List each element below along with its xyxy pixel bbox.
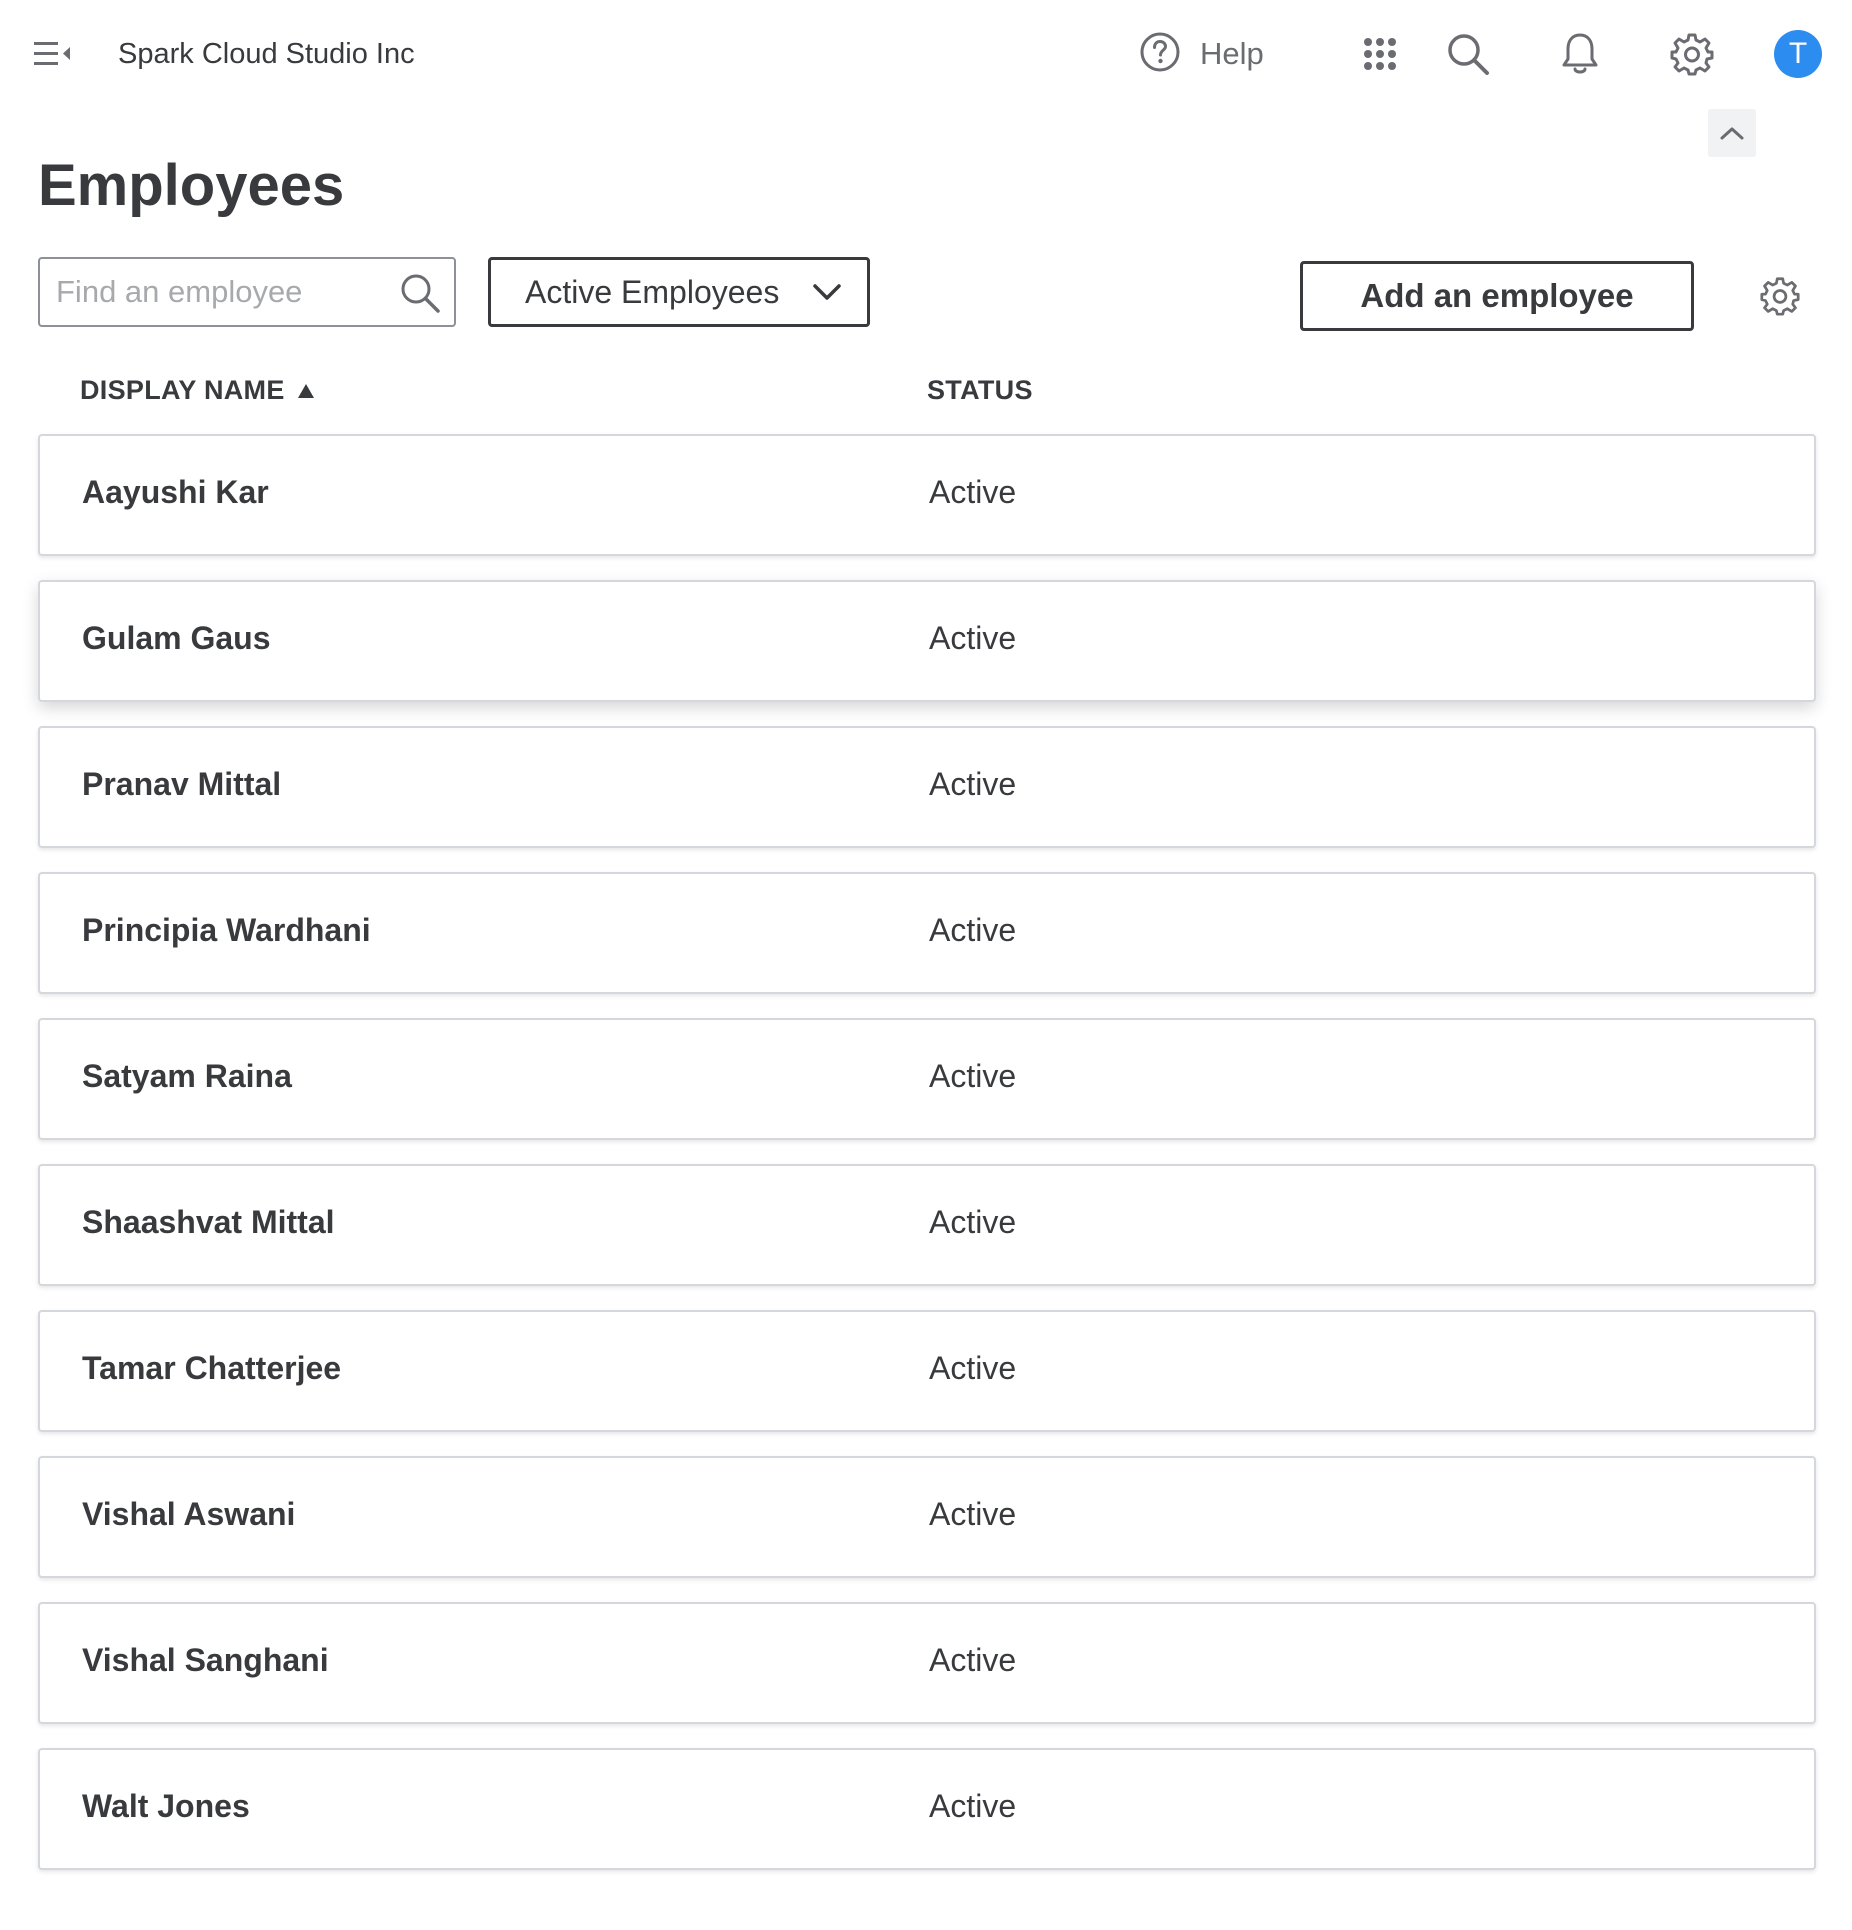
employee-name[interactable]: Walt Jones bbox=[82, 1788, 250, 1825]
table-row[interactable]: Pranav Mittal Active bbox=[38, 726, 1816, 848]
help-button[interactable]: Help bbox=[1138, 30, 1264, 78]
employee-name[interactable]: Vishal Aswani bbox=[82, 1496, 295, 1533]
employee-status: Active bbox=[929, 1642, 1017, 1678]
employee-status: Active bbox=[929, 1204, 1017, 1240]
employee-status-filter[interactable]: Active Employees bbox=[488, 257, 870, 327]
employee-list: Aayushi Kar Active Gulam Gaus Active Pra… bbox=[38, 434, 1816, 1894]
column-header-status: STATUS bbox=[927, 375, 1033, 405]
column-header-label: DISPLAY NAME bbox=[80, 375, 285, 405]
employee-name[interactable]: Gulam Gaus bbox=[82, 620, 271, 657]
employee-name[interactable]: Shaashvat Mittal bbox=[82, 1204, 335, 1241]
table-row[interactable]: Vishal Aswani Active bbox=[38, 1456, 1816, 1578]
table-row[interactable]: Shaashvat Mittal Active bbox=[38, 1164, 1816, 1286]
page-title: Employees bbox=[38, 153, 345, 218]
employee-search bbox=[38, 257, 456, 327]
sort-ascending-icon bbox=[297, 383, 314, 398]
employee-status: Active bbox=[929, 1058, 1017, 1094]
menu-collapse-icon[interactable] bbox=[32, 36, 76, 72]
help-label: Help bbox=[1200, 36, 1264, 71]
help-circle-icon bbox=[1138, 30, 1182, 79]
table-row[interactable]: Satyam Raina Active bbox=[38, 1018, 1816, 1140]
chevron-up-icon[interactable] bbox=[1708, 109, 1756, 157]
apps-grid-icon[interactable] bbox=[1356, 30, 1404, 78]
search-icon[interactable] bbox=[1444, 30, 1492, 78]
avatar[interactable]: T bbox=[1774, 30, 1822, 78]
filter-selected-value: Active Employees bbox=[525, 273, 780, 310]
table-settings-gear-icon[interactable] bbox=[1756, 272, 1804, 320]
employee-name[interactable]: Satyam Raina bbox=[82, 1058, 292, 1095]
employee-name[interactable]: Vishal Sanghani bbox=[82, 1642, 329, 1679]
column-header-display-name[interactable]: DISPLAY NAME bbox=[80, 375, 315, 406]
employee-status: Active bbox=[929, 1350, 1017, 1386]
add-employee-button[interactable]: Add an employee bbox=[1300, 261, 1694, 331]
employee-status: Active bbox=[929, 474, 1017, 510]
search-icon[interactable] bbox=[398, 271, 442, 315]
employee-status: Active bbox=[929, 1496, 1017, 1532]
table-row[interactable]: Vishal Sanghani Active bbox=[38, 1602, 1816, 1724]
employee-status: Active bbox=[929, 1788, 1017, 1824]
company-name: Spark Cloud Studio Inc bbox=[118, 38, 415, 70]
employee-status: Active bbox=[929, 912, 1017, 948]
table-row[interactable]: Gulam Gaus Active bbox=[38, 580, 1816, 702]
employee-name[interactable]: Principia Wardhani bbox=[82, 912, 371, 949]
employee-name[interactable]: Pranav Mittal bbox=[82, 766, 281, 803]
table-row[interactable]: Aayushi Kar Active bbox=[38, 434, 1816, 556]
gear-icon[interactable] bbox=[1668, 30, 1716, 78]
employee-status: Active bbox=[929, 620, 1017, 656]
table-row[interactable]: Tamar Chatterjee Active bbox=[38, 1310, 1816, 1432]
bell-icon[interactable] bbox=[1556, 30, 1604, 78]
employee-name[interactable]: Aayushi Kar bbox=[82, 474, 269, 511]
search-input[interactable] bbox=[56, 269, 386, 315]
employee-status: Active bbox=[929, 766, 1017, 802]
top-bar: Spark Cloud Studio Inc Help T bbox=[0, 0, 1852, 108]
table-row[interactable]: Principia Wardhani Active bbox=[38, 872, 1816, 994]
chevron-down-icon bbox=[811, 276, 843, 308]
employee-name[interactable]: Tamar Chatterjee bbox=[82, 1350, 341, 1387]
table-row[interactable]: Walt Jones Active bbox=[38, 1748, 1816, 1870]
